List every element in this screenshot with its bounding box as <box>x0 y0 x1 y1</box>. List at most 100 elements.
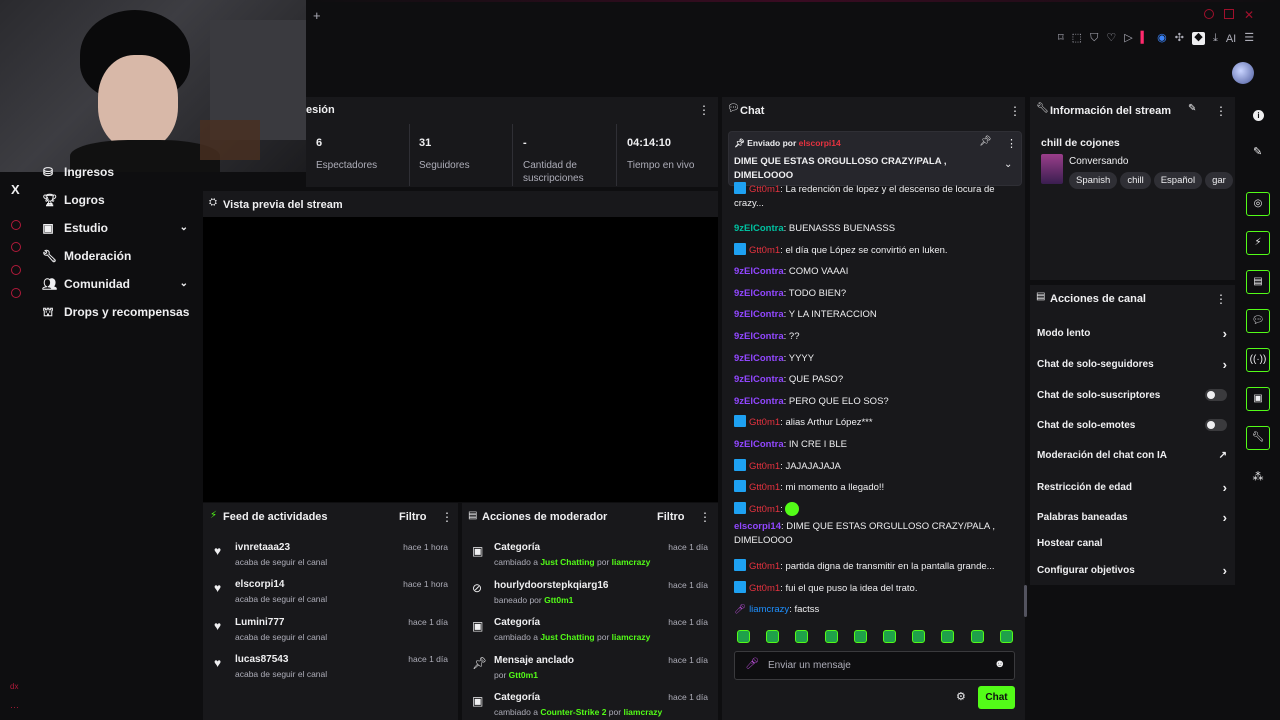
rail-document-button[interactable]: ▤ <box>1246 270 1270 294</box>
emote-icon[interactable] <box>941 630 955 643</box>
follower-name[interactable]: Lumini777 <box>235 617 327 628</box>
sidebar-item-moderacion[interactable]: 🔧︎ Moderación <box>42 249 131 263</box>
category-name[interactable]: Conversando <box>1069 156 1128 167</box>
mic-icon[interactable]: 🎤︎ <box>745 659 759 670</box>
follower-name[interactable]: elscorpi14 <box>235 579 327 590</box>
pinned-message[interactable]: 📌︎ Enviado por elscorpi14 📌︎ ⋮ DIME QUE … <box>728 131 1022 186</box>
chat-message[interactable]: Gtt0m1: JAJAJAJAJA <box>734 458 1019 475</box>
toggle-switch[interactable] <box>1205 419 1227 431</box>
info-icon[interactable]: i <box>1253 110 1264 121</box>
emote-icon[interactable] <box>912 630 926 643</box>
emote-icon[interactable] <box>824 630 838 643</box>
chat-message[interactable]: Gtt0m1: fui el que puso la idea del trat… <box>734 580 1019 597</box>
emoji-icon[interactable]: ☻ <box>994 659 1006 670</box>
chat-message[interactable]: Gtt0m1: La redención de lopez y el desce… <box>734 182 1019 211</box>
extension-icon[interactable]: ✣ <box>1175 33 1184 44</box>
chat-username[interactable]: 9zElContra <box>734 288 784 299</box>
chat-message[interactable]: 9zElContra: IN CRE I BLE <box>734 436 1019 453</box>
channel-action-item[interactable]: Chat de solo-emotes <box>1037 419 1227 431</box>
screenshot-icon[interactable]: ⬚ <box>1072 33 1082 44</box>
chat-message[interactable]: Gtt0m1: alias Arthur López*** <box>734 414 1019 431</box>
follower-name[interactable]: ivnretaaa23 <box>235 542 327 553</box>
kebab-icon[interactable]: ⋮ <box>1006 137 1017 150</box>
emote-icon[interactable] <box>999 630 1013 643</box>
chat-username[interactable]: elscorpi14 <box>734 521 781 532</box>
chat-message[interactable]: 9zElContra: BUENASSS BUENASSS <box>734 220 1019 237</box>
rail-icon-3[interactable] <box>11 265 21 275</box>
rail-icon-1[interactable] <box>11 220 21 230</box>
kebab-icon[interactable]: ⋮ <box>1009 104 1021 118</box>
kebab-icon[interactable]: ⋮ <box>699 510 711 524</box>
channel-action-item[interactable]: Palabras baneadas › <box>1037 511 1227 524</box>
signal-icon[interactable]: ◉ <box>1157 33 1167 44</box>
profile-icon[interactable]: ◆ <box>1191 32 1205 45</box>
category-thumbnail[interactable] <box>1041 154 1063 184</box>
rail-camera-button[interactable]: ◎ <box>1246 192 1270 216</box>
chevron-down-icon[interactable]: ⌄ <box>180 223 188 233</box>
channel-action-item[interactable]: Chat de solo-seguidores › <box>1037 358 1227 371</box>
sidebar-item-estudio[interactable]: ▣ Estudio ⌄ <box>42 221 188 235</box>
emote-icon[interactable] <box>795 630 809 643</box>
rail-wrench-button[interactable]: 🔧︎ <box>1246 426 1270 450</box>
tag[interactable]: Spanish <box>1069 172 1118 189</box>
user-avatar[interactable] <box>1232 62 1254 84</box>
chat-username[interactable]: 9zElContra <box>734 353 784 364</box>
chat-message[interactable]: Gtt0m1: mi momento a llegado!! <box>734 479 1019 496</box>
emote-icon[interactable] <box>883 630 896 643</box>
chat-username[interactable]: Gtt0m1 <box>749 245 780 256</box>
chat-username[interactable]: Gtt0m1 <box>749 461 780 472</box>
gear-icon[interactable]: ⚙ <box>956 692 966 703</box>
chat-message[interactable]: Gtt0m1: el día que López se convirtió en… <box>734 242 1019 259</box>
chat-message[interactable]: 9zElContra: TODO BIEN? <box>734 285 1019 302</box>
unpin-icon[interactable]: 📌︎ <box>979 137 992 147</box>
chat-username[interactable]: 9zElContra <box>734 374 784 385</box>
toggle-switch[interactable] <box>1205 389 1227 401</box>
shield-icon[interactable]: ⛉ <box>1090 33 1098 44</box>
new-tab-button[interactable]: + <box>313 8 321 23</box>
sidebar-item-comunidad[interactable]: 👥︎ Comunidad ⌄ <box>42 277 188 291</box>
tag[interactable]: Español <box>1153 172 1203 189</box>
chat-username[interactable]: 9zElContra <box>734 331 784 342</box>
download-icon[interactable]: ⤓ <box>1213 33 1218 44</box>
rail-mod-button[interactable]: ▣ <box>1246 387 1270 411</box>
follower-name[interactable]: lucas87543 <box>235 654 327 665</box>
emote-icon[interactable] <box>853 630 867 643</box>
chat-message[interactable]: Gtt0m1: <box>734 501 1019 518</box>
sidebar-item-logros[interactable]: 🏆︎ Logros <box>42 193 105 207</box>
pencil-icon[interactable]: ✎ <box>1253 147 1262 158</box>
menu-icon[interactable]: ☰ <box>1244 33 1254 44</box>
tag[interactable]: gar <box>1205 172 1233 189</box>
pinned-user[interactable]: elscorpi14 <box>799 138 841 148</box>
chat-message[interactable]: 9zElContra: COMO VAAAI <box>734 263 1019 280</box>
heart-icon[interactable]: ♡ <box>1106 33 1116 44</box>
channel-action-item[interactable]: Moderación del chat con IA ↗ <box>1037 450 1227 461</box>
emote-icon[interactable] <box>970 630 984 643</box>
emote-icon[interactable] <box>737 630 750 643</box>
mod-filter-button[interactable]: Filtro <box>657 511 685 523</box>
rail-icon-2[interactable] <box>11 242 21 252</box>
chat-message[interactable]: 9zElContra: YYYY <box>734 350 1019 367</box>
chat-username[interactable]: 9zElContra <box>734 439 784 450</box>
chat-username[interactable]: Gtt0m1 <box>749 482 780 493</box>
x-icon[interactable]: X <box>11 182 20 197</box>
kebab-icon[interactable]: ⋮ <box>1215 292 1227 306</box>
channel-action-item[interactable]: Chat de solo-suscriptores <box>1037 389 1227 401</box>
channel-action-item[interactable]: Modo lento › <box>1037 327 1227 340</box>
channel-action-item[interactable]: Hostear canal <box>1037 538 1227 549</box>
chat-username[interactable]: Gtt0m1 <box>749 583 780 594</box>
kebab-icon[interactable]: ⋮ <box>1215 104 1227 118</box>
rail-widgets-button[interactable]: ⁂ <box>1246 465 1270 489</box>
restore-icon[interactable] <box>1224 9 1234 19</box>
close-icon[interactable]: ✕ <box>1244 9 1254 21</box>
tag[interactable]: chill <box>1120 172 1151 189</box>
chat-username[interactable]: Gtt0m1 <box>749 504 780 515</box>
ai-label[interactable]: AI <box>1226 33 1236 45</box>
kebab-icon[interactable]: ⋮ <box>698 103 710 117</box>
chat-username[interactable]: Gtt0m1 <box>749 184 780 195</box>
sidebar-item-ingresos[interactable]: ⛁ Ingresos <box>42 166 114 178</box>
chat-message[interactable]: 9zElContra: QUE PASO? <box>734 371 1019 388</box>
rail-bolt-button[interactable]: ⚡︎ <box>1246 231 1270 255</box>
sidebar-item-drops[interactable]: ⛫ Drops y recompensas <box>42 305 189 319</box>
chat-scrollbar[interactable] <box>1024 585 1027 617</box>
chevron-down-icon[interactable]: ⌄ <box>1004 160 1012 170</box>
